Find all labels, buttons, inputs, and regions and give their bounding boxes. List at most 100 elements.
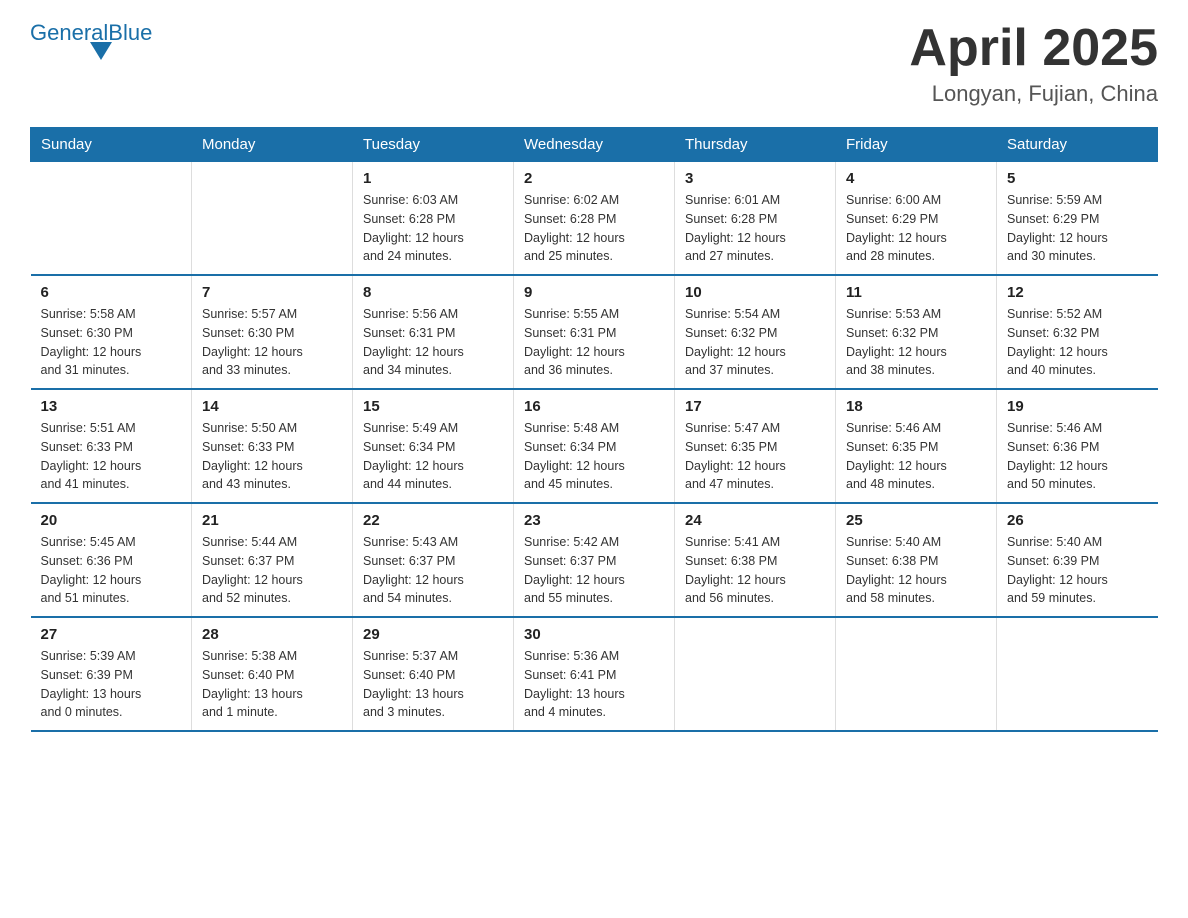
title-block: April 2025 Longyan, Fujian, China xyxy=(909,20,1158,107)
header-wednesday: Wednesday xyxy=(514,128,675,162)
day-info: Sunrise: 5:54 AM Sunset: 6:32 PM Dayligh… xyxy=(685,305,825,380)
day-cell: 8 Sunrise: 5:56 AM Sunset: 6:31 PM Daylig… xyxy=(353,275,514,389)
day-cell xyxy=(997,617,1158,731)
day-number: 17 xyxy=(685,398,825,415)
day-number: 26 xyxy=(1007,512,1148,529)
day-info: Sunrise: 5:43 AM Sunset: 6:37 PM Dayligh… xyxy=(363,533,503,608)
day-cell: 11 Sunrise: 5:53 AM Sunset: 6:32 PM Dayli… xyxy=(836,275,997,389)
day-cell: 5Sunrise: 5:59 AM Sunset: 6:29 PM Daylig… xyxy=(997,162,1158,276)
week-row-1: 1 Sunrise: 6:03 AM Sunset: 6:28 PM Daylig… xyxy=(31,162,1158,276)
day-info: Sunrise: 6:01 AM Sunset: 6:28 PM Dayligh… xyxy=(685,191,825,266)
day-info: Sunrise: 5:46 AM Sunset: 6:35 PM Dayligh… xyxy=(846,419,986,494)
day-cell: 17 Sunrise: 5:47 AM Sunset: 6:35 PM Dayli… xyxy=(675,389,836,503)
day-cell xyxy=(836,617,997,731)
day-info: Sunrise: 5:46 AM Sunset: 6:36 PM Dayligh… xyxy=(1007,419,1148,494)
day-cell: 13 Sunrise: 5:51 AM Sunset: 6:33 PM Dayli… xyxy=(31,389,192,503)
day-info: Sunrise: 6:02 AM Sunset: 6:28 PM Dayligh… xyxy=(524,191,664,266)
day-number: 21 xyxy=(202,512,342,529)
day-number: 18 xyxy=(846,398,986,415)
day-number: 30 xyxy=(524,626,664,643)
day-number: 28 xyxy=(202,626,342,643)
logo: GeneralBlue xyxy=(30,20,152,60)
day-cell xyxy=(192,162,353,276)
day-number: 7 xyxy=(202,284,342,301)
day-number: 16 xyxy=(524,398,664,415)
day-info: Sunrise: 5:50 AM Sunset: 6:33 PM Dayligh… xyxy=(202,419,342,494)
day-cell: 26Sunrise: 5:40 AM Sunset: 6:39 PM Dayli… xyxy=(997,503,1158,617)
day-info: Sunrise: 5:58 AM Sunset: 6:30 PM Dayligh… xyxy=(41,305,182,380)
day-info: Sunrise: 5:56 AM Sunset: 6:31 PM Dayligh… xyxy=(363,305,503,380)
day-info: Sunrise: 6:03 AM Sunset: 6:28 PM Dayligh… xyxy=(363,191,503,266)
day-number: 29 xyxy=(363,626,503,643)
day-number: 19 xyxy=(1007,398,1148,415)
day-info: Sunrise: 5:48 AM Sunset: 6:34 PM Dayligh… xyxy=(524,419,664,494)
day-cell: 4 Sunrise: 6:00 AM Sunset: 6:29 PM Daylig… xyxy=(836,162,997,276)
day-cell: 2 Sunrise: 6:02 AM Sunset: 6:28 PM Daylig… xyxy=(514,162,675,276)
day-number: 4 xyxy=(846,170,986,187)
day-cell: 15 Sunrise: 5:49 AM Sunset: 6:34 PM Dayli… xyxy=(353,389,514,503)
day-number: 11 xyxy=(846,284,986,301)
day-info: Sunrise: 5:39 AM Sunset: 6:39 PM Dayligh… xyxy=(41,647,182,722)
day-cell: 22 Sunrise: 5:43 AM Sunset: 6:37 PM Dayli… xyxy=(353,503,514,617)
day-info: Sunrise: 5:41 AM Sunset: 6:38 PM Dayligh… xyxy=(685,533,825,608)
day-cell: 6 Sunrise: 5:58 AM Sunset: 6:30 PM Daylig… xyxy=(31,275,192,389)
calendar-title: April 2025 xyxy=(909,20,1158,77)
header-saturday: Saturday xyxy=(997,128,1158,162)
week-row-2: 6 Sunrise: 5:58 AM Sunset: 6:30 PM Daylig… xyxy=(31,275,1158,389)
day-number: 6 xyxy=(41,284,182,301)
day-cell: 12 Sunrise: 5:52 AM Sunset: 6:32 PM Dayli… xyxy=(997,275,1158,389)
day-number: 1 xyxy=(363,170,503,187)
day-number: 2 xyxy=(524,170,664,187)
day-number: 9 xyxy=(524,284,664,301)
day-cell: 20 Sunrise: 5:45 AM Sunset: 6:36 PM Dayli… xyxy=(31,503,192,617)
day-number: 20 xyxy=(41,512,182,529)
day-info: Sunrise: 5:49 AM Sunset: 6:34 PM Dayligh… xyxy=(363,419,503,494)
day-info: Sunrise: 6:00 AM Sunset: 6:29 PM Dayligh… xyxy=(846,191,986,266)
day-info: Sunrise: 5:57 AM Sunset: 6:30 PM Dayligh… xyxy=(202,305,342,380)
day-number: 13 xyxy=(41,398,182,415)
day-number: 12 xyxy=(1007,284,1148,301)
calendar-table: SundayMondayTuesdayWednesdayThursdayFrid… xyxy=(30,127,1158,732)
day-info: Sunrise: 5:45 AM Sunset: 6:36 PM Dayligh… xyxy=(41,533,182,608)
day-number: 24 xyxy=(685,512,825,529)
day-number: 25 xyxy=(846,512,986,529)
day-cell: 3 Sunrise: 6:01 AM Sunset: 6:28 PM Daylig… xyxy=(675,162,836,276)
day-number: 22 xyxy=(363,512,503,529)
week-row-5: 27Sunrise: 5:39 AM Sunset: 6:39 PM Dayli… xyxy=(31,617,1158,731)
day-info: Sunrise: 5:36 AM Sunset: 6:41 PM Dayligh… xyxy=(524,647,664,722)
day-number: 10 xyxy=(685,284,825,301)
day-cell: 16 Sunrise: 5:48 AM Sunset: 6:34 PM Dayli… xyxy=(514,389,675,503)
day-cell: 25Sunrise: 5:40 AM Sunset: 6:38 PM Dayli… xyxy=(836,503,997,617)
day-info: Sunrise: 5:42 AM Sunset: 6:37 PM Dayligh… xyxy=(524,533,664,608)
day-cell: 10 Sunrise: 5:54 AM Sunset: 6:32 PM Dayli… xyxy=(675,275,836,389)
day-cell: 21 Sunrise: 5:44 AM Sunset: 6:37 PM Dayli… xyxy=(192,503,353,617)
day-cell: 28 Sunrise: 5:38 AM Sunset: 6:40 PM Dayli… xyxy=(192,617,353,731)
day-info: Sunrise: 5:55 AM Sunset: 6:31 PM Dayligh… xyxy=(524,305,664,380)
day-cell: 1 Sunrise: 6:03 AM Sunset: 6:28 PM Daylig… xyxy=(353,162,514,276)
day-info: Sunrise: 5:51 AM Sunset: 6:33 PM Dayligh… xyxy=(41,419,182,494)
day-cell: 27Sunrise: 5:39 AM Sunset: 6:39 PM Dayli… xyxy=(31,617,192,731)
day-info: Sunrise: 5:47 AM Sunset: 6:35 PM Dayligh… xyxy=(685,419,825,494)
day-info: Sunrise: 5:44 AM Sunset: 6:37 PM Dayligh… xyxy=(202,533,342,608)
day-number: 5 xyxy=(1007,170,1148,187)
day-info: Sunrise: 5:37 AM Sunset: 6:40 PM Dayligh… xyxy=(363,647,503,722)
day-cell xyxy=(31,162,192,276)
day-cell: 18 Sunrise: 5:46 AM Sunset: 6:35 PM Dayli… xyxy=(836,389,997,503)
logo-triangle-icon xyxy=(90,42,112,60)
calendar-header-row: SundayMondayTuesdayWednesdayThursdayFrid… xyxy=(31,128,1158,162)
week-row-4: 20 Sunrise: 5:45 AM Sunset: 6:36 PM Dayli… xyxy=(31,503,1158,617)
day-cell: 9 Sunrise: 5:55 AM Sunset: 6:31 PM Daylig… xyxy=(514,275,675,389)
day-cell: 30 Sunrise: 5:36 AM Sunset: 6:41 PM Dayli… xyxy=(514,617,675,731)
header-friday: Friday xyxy=(836,128,997,162)
header-thursday: Thursday xyxy=(675,128,836,162)
day-number: 8 xyxy=(363,284,503,301)
day-number: 15 xyxy=(363,398,503,415)
day-info: Sunrise: 5:52 AM Sunset: 6:32 PM Dayligh… xyxy=(1007,305,1148,380)
day-info: Sunrise: 5:38 AM Sunset: 6:40 PM Dayligh… xyxy=(202,647,342,722)
page-header: GeneralBlue April 2025 Longyan, Fujian, … xyxy=(30,20,1158,107)
day-number: 14 xyxy=(202,398,342,415)
day-info: Sunrise: 5:53 AM Sunset: 6:32 PM Dayligh… xyxy=(846,305,986,380)
header-monday: Monday xyxy=(192,128,353,162)
header-sunday: Sunday xyxy=(31,128,192,162)
day-number: 3 xyxy=(685,170,825,187)
